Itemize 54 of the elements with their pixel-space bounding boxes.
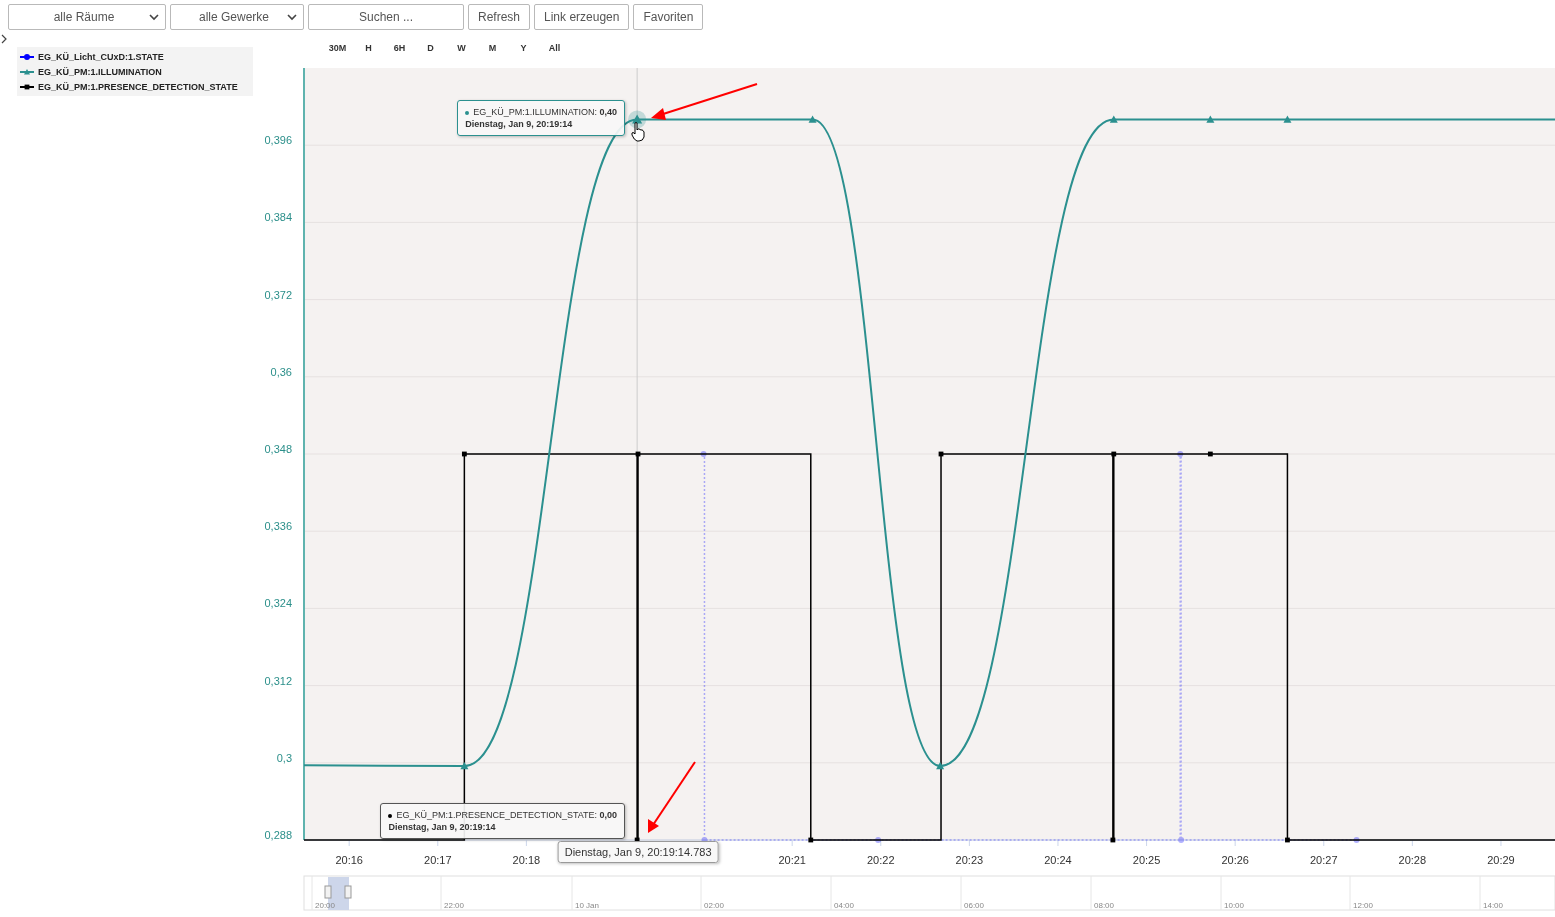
legend-item[interactable]: EG_KÜ_PM:1.PRESENCE_DETECTION_STATE (17, 79, 253, 94)
y-axis-label: 0,372 (264, 288, 292, 301)
navigator-label: 04:00 (834, 901, 855, 910)
x-axis-label: 20:16 (335, 854, 363, 866)
tooltip-value: EG_KÜ_PM:1.ILLUMINATION: 0,40 (465, 106, 618, 119)
x-axis-label: 20:22 (867, 854, 895, 866)
y-axis-label: 0,324 (264, 597, 292, 610)
legend-item[interactable]: EG_KÜ_PM:1.ILLUMINATION (17, 64, 253, 79)
toolbar-button[interactable]: Link erzeugen (534, 4, 630, 30)
x-axis-label: 20:17 (424, 854, 452, 866)
x-axis-label: 20:27 (1310, 854, 1338, 866)
range-button[interactable]: D (415, 41, 446, 55)
tooltip-date: Dienstag, Jan 9, 20:19:14 (388, 821, 497, 833)
navigator-label: 12:00 (1353, 901, 1374, 910)
x-axis-label: 20:23 (955, 854, 984, 866)
x-axis-label: 20:21 (778, 854, 806, 866)
tooltip-value: EG_KÜ_PM:1.PRESENCE_DETECTION_STATE: 0,00 (388, 809, 618, 821)
navigator-label: 06:00 (964, 901, 985, 910)
range-button[interactable]: H (353, 41, 384, 55)
tooltip-date: Dienstag, Jan 9, 20:19:14 (465, 118, 574, 131)
x-axis-label: 20:25 (1132, 854, 1161, 866)
y-axis-label: 0,384 (264, 211, 292, 224)
y-axis-label: 0,3 (276, 751, 292, 764)
navigator-label: 02:00 (704, 901, 725, 910)
x-axis-label: 20:28 (1398, 854, 1427, 866)
navigator-label: 10:00 (1224, 901, 1245, 910)
range-button[interactable]: Y (508, 41, 539, 55)
x-axis-label: 20:18 (512, 854, 541, 866)
crosshair-label: Dienstag, Jan 9, 20:19:14.783 (557, 841, 719, 863)
navigator-label: 22:00 (444, 901, 465, 910)
y-axis-label: 0,288 (264, 829, 292, 841)
navigator-label: 08:00 (1094, 901, 1115, 910)
room-dropdown[interactable]: alle Räume (8, 4, 166, 30)
y-axis-label: 0,396 (264, 134, 292, 147)
range-button[interactable]: 6H (384, 41, 415, 55)
range-button[interactable]: 30M (322, 41, 353, 55)
toolbar-button[interactable]: Refresh (468, 4, 531, 30)
navigator-label: 20:00 (315, 901, 336, 910)
range-button[interactable]: M (477, 41, 508, 55)
range-button[interactable]: W (446, 41, 477, 55)
x-axis-label: 20:29 (1487, 854, 1515, 866)
trade-dropdown[interactable]: alle Gewerke (170, 4, 304, 30)
y-axis-label: 0,36 (270, 365, 292, 378)
navigator-label: 10 Jan (575, 901, 600, 910)
range-button[interactable]: All (539, 41, 570, 55)
search-field[interactable]: Suchen ... (308, 4, 464, 30)
y-axis-label: 0,312 (264, 674, 292, 687)
y-axis-label: 0,336 (264, 520, 292, 533)
x-axis-label: 20:24 (1044, 854, 1072, 866)
x-axis-label: 20:26 (1221, 854, 1249, 866)
navigator-label: 14:00 (1483, 901, 1504, 910)
legend-item[interactable]: EG_KÜ_Licht_CUxD:1.STATE (17, 49, 253, 64)
y-axis-label: 0,348 (264, 443, 292, 455)
toolbar-button[interactable]: Favoriten (633, 4, 704, 30)
